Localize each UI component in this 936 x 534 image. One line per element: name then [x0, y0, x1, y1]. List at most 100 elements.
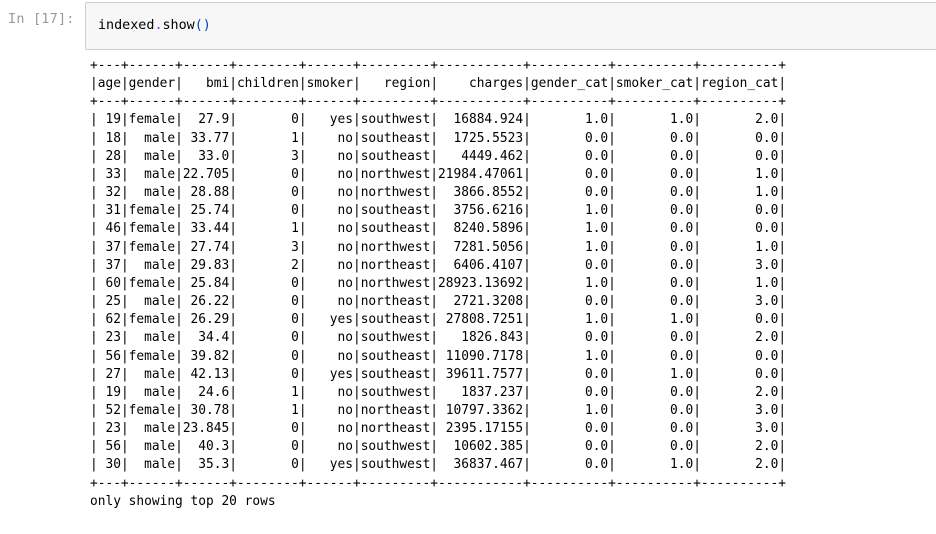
table-cell-gender: male	[144, 166, 176, 182]
table-cell-bmi: 27.74	[190, 239, 230, 255]
table-row: | 30| male| 35.3| 0| yes|southwest| 3683…	[90, 457, 787, 473]
table-cell-gender-cat: 1.0	[584, 275, 609, 291]
table-row: | 37| male| 29.83| 2| no|northeast| 6406…	[90, 257, 787, 273]
column-header-smoker: smoker	[306, 76, 353, 92]
table-cell-gender-cat: 0.0	[584, 421, 609, 437]
code-line[interactable]: indexed.show()	[98, 18, 211, 33]
table-border-bottom: +---+------+------+--------+------+-----…	[90, 475, 786, 491]
column-header-charges: charges	[468, 76, 524, 92]
table-cell-region-cat: 2.0	[755, 330, 779, 346]
table-cell-region-cat: 0.0	[755, 348, 779, 364]
table-cell-smoker: no	[337, 330, 353, 346]
table-cell-children: 3	[291, 239, 299, 255]
table-cell-smoker: no	[337, 439, 353, 455]
table-cell-smoker-cat: 0.0	[670, 166, 694, 182]
table-cell-gender: female	[128, 203, 176, 219]
table-cell-region: southwest	[360, 330, 431, 346]
table-cell-smoker: yes	[329, 457, 353, 473]
table-cell-age: 23	[105, 421, 121, 437]
table-cell-smoker: yes	[329, 312, 353, 328]
table-cell-smoker-cat: 0.0	[670, 239, 694, 255]
table-cell-smoker: no	[337, 421, 353, 437]
code-dot-operator: .	[154, 18, 163, 33]
table-cell-smoker: no	[337, 130, 353, 146]
table-cell-children: 0	[291, 112, 299, 128]
table-cell-bmi: 33.0	[198, 148, 230, 164]
table-cell-smoker: no	[337, 402, 353, 418]
table-cell-children: 1	[291, 402, 299, 418]
table-cell-smoker: no	[337, 294, 353, 310]
table-cell-region-cat: 2.0	[755, 384, 779, 400]
table-cell-children: 0	[291, 330, 299, 346]
table-cell-children: 1	[291, 384, 299, 400]
table-cell-charges: 2721.3208	[453, 294, 524, 310]
table-cell-region-cat: 0.0	[755, 148, 779, 164]
table-cell-children: 1	[291, 221, 299, 237]
table-cell-region-cat: 0.0	[755, 221, 779, 237]
table-cell-gender: male	[144, 439, 176, 455]
table-cell-children: 1	[291, 130, 299, 146]
table-cell-charges: 11090.7178	[445, 348, 524, 364]
table-row: | 33| male|22.705| 0| no|northwest|21984…	[90, 166, 787, 182]
table-cell-age: 33	[105, 166, 121, 182]
table-cell-gender: male	[144, 384, 176, 400]
table-cell-gender-cat: 0.0	[584, 294, 609, 310]
table-cell-gender-cat: 1.0	[584, 312, 609, 328]
table-cell-region-cat: 3.0	[755, 294, 779, 310]
table-cell-region-cat: 2.0	[755, 112, 779, 128]
column-header-smoker-cat: smoker_cat	[615, 76, 694, 92]
table-cell-charges: 1725.5523	[453, 130, 524, 146]
table-cell-age: 18	[105, 130, 121, 146]
table-cell-age: 27	[105, 366, 121, 382]
table-cell-bmi: 33.77	[190, 130, 230, 146]
table-cell-bmi: 25.84	[190, 275, 230, 291]
table-cell-smoker-cat: 0.0	[670, 384, 694, 400]
table-cell-gender-cat: 0.0	[584, 330, 609, 346]
table-cell-smoker-cat: 0.0	[670, 130, 694, 146]
table-row: | 52|female| 30.78| 1| no|northeast| 107…	[90, 402, 787, 418]
table-cell-region-cat: 0.0	[755, 366, 779, 382]
code-input-area[interactable]: indexed.show()	[85, 2, 936, 50]
table-cell-smoker: no	[337, 221, 353, 237]
code-object: indexed	[98, 18, 155, 33]
table-row: | 60|female| 25.84| 0| no|northwest|2892…	[90, 275, 787, 291]
table-cell-smoker: no	[337, 257, 353, 273]
table-cell-bmi: 42.13	[190, 366, 230, 382]
table-cell-age: 52	[105, 402, 121, 418]
table-row: | 56|female| 39.82| 0| no|southeast| 110…	[90, 348, 787, 364]
table-cell-smoker-cat: 0.0	[670, 221, 694, 237]
table-cell-bmi: 23.845	[182, 421, 230, 437]
table-cell-region: southeast	[360, 130, 431, 146]
table-cell-bmi: 29.83	[190, 257, 230, 273]
table-cell-children: 0	[291, 185, 299, 201]
table-cell-smoker: yes	[329, 112, 353, 128]
table-cell-children: 0	[291, 294, 299, 310]
table-cell-charges: 21984.47061	[438, 166, 524, 182]
table-row: | 28| male| 33.0| 3| no|southeast| 4449.…	[90, 148, 787, 164]
table-cell-children: 0	[291, 366, 299, 382]
table-cell-smoker-cat: 0.0	[670, 203, 694, 219]
table-cell-charges: 16884.924	[453, 112, 524, 128]
table-cell-gender-cat: 0.0	[584, 257, 609, 273]
table-cell-charges: 3756.6216	[453, 203, 524, 219]
table-cell-gender-cat: 0.0	[584, 439, 609, 455]
table-cell-smoker-cat: 0.0	[670, 421, 694, 437]
table-cell-children: 0	[291, 421, 299, 437]
table-cell-smoker-cat: 0.0	[670, 402, 694, 418]
table-cell-gender: male	[144, 185, 176, 201]
table-cell-region-cat: 1.0	[755, 275, 779, 291]
table-row: | 18| male| 33.77| 1| no|southeast| 1725…	[90, 130, 787, 146]
table-cell-bmi: 22.705	[182, 166, 230, 182]
table-cell-age: 28	[105, 148, 121, 164]
table-cell-region: southwest	[360, 457, 431, 473]
table-cell-charges: 28923.13692	[438, 275, 524, 291]
table-border-header: +---+------+------+--------+------+-----…	[90, 94, 786, 110]
table-cell-children: 0	[291, 166, 299, 182]
table-row: | 23| male|23.845| 0| no|northeast| 2395…	[90, 421, 787, 437]
table-row: | 56| male| 40.3| 0| no|southwest| 10602…	[90, 439, 787, 455]
table-cell-region: southwest	[360, 112, 431, 128]
table-cell-age: 56	[105, 439, 121, 455]
table-cell-smoker-cat: 1.0	[670, 112, 694, 128]
table-cell-region: southwest	[360, 439, 431, 455]
table-cell-region-cat: 2.0	[755, 439, 779, 455]
